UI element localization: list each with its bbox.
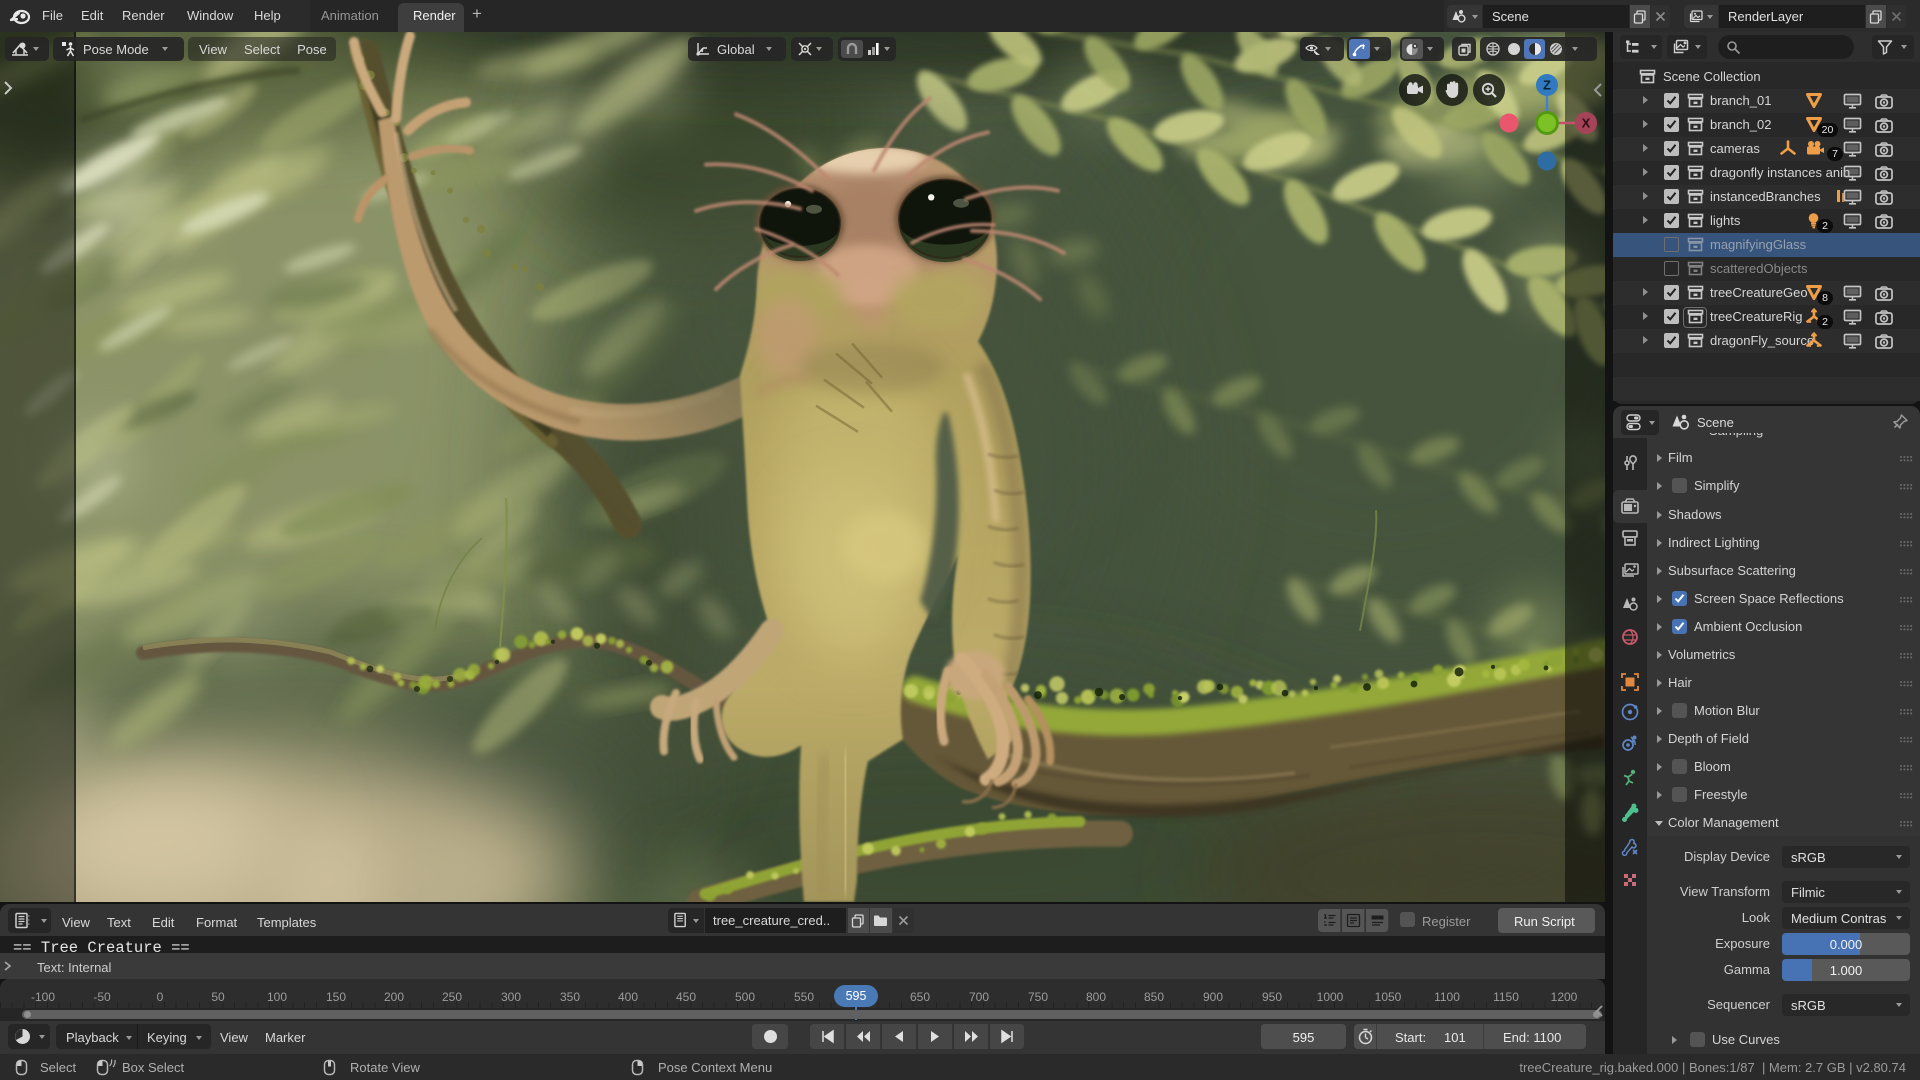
svg-text:Z: Z [1543,78,1551,93]
svg-text:X: X [1582,116,1591,131]
